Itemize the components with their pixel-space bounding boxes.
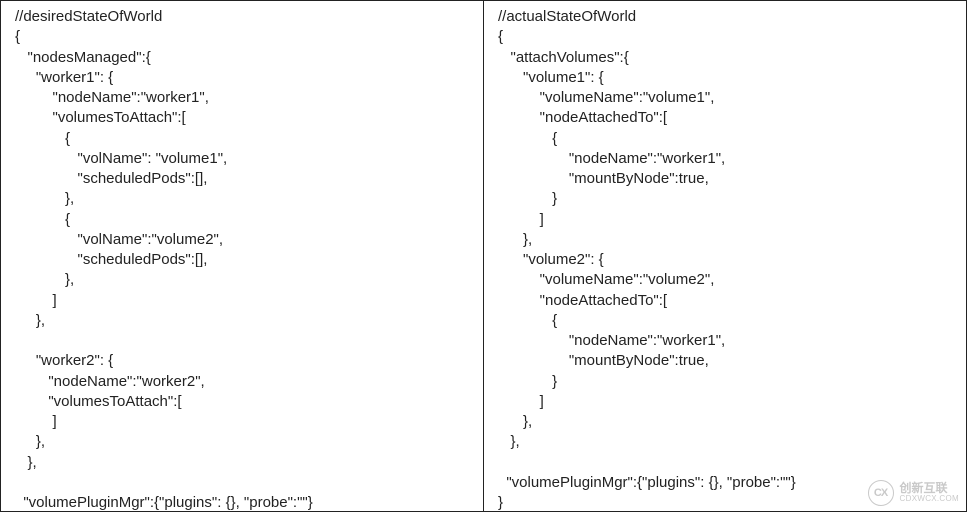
code-line: ]	[15, 291, 469, 311]
right-panel-actual-state: //actualStateOfWorld{ "attachVolumes":{ …	[484, 1, 966, 511]
code-line	[15, 473, 469, 493]
watermark-text: 创新互联 CDXWCX.COM	[900, 482, 959, 504]
code-line: "nodeAttachedTo":[	[498, 108, 952, 128]
code-comparison-container: //desiredStateOfWorld{ "nodesManaged":{ …	[0, 0, 967, 512]
code-line: "scheduledPods":[],	[15, 250, 469, 270]
code-line: },	[498, 432, 952, 452]
code-line: ]	[15, 412, 469, 432]
code-line: "volumeName":"volume1",	[498, 88, 952, 108]
code-line	[498, 453, 952, 473]
code-line: "volume2": {	[498, 250, 952, 270]
code-line: "nodeName":"worker1",	[498, 149, 952, 169]
code-line: },	[498, 230, 952, 250]
code-line: {	[15, 129, 469, 149]
code-line: },	[15, 311, 469, 331]
code-line: "worker1": {	[15, 68, 469, 88]
code-line: "nodeName":"worker1",	[498, 331, 952, 351]
code-line: }	[498, 372, 952, 392]
code-line: "mountByNode":true,	[498, 169, 952, 189]
code-line: "volName":"volume2",	[15, 230, 469, 250]
code-line: },	[498, 412, 952, 432]
code-line: ]	[498, 210, 952, 230]
code-line: }	[498, 189, 952, 209]
code-line: {	[498, 27, 952, 47]
code-line: },	[15, 432, 469, 452]
code-line: {	[498, 311, 952, 331]
code-line: },	[15, 270, 469, 290]
code-line: "mountByNode":true,	[498, 351, 952, 371]
watermark: CX 创新互联 CDXWCX.COM	[868, 480, 959, 506]
code-line: "volumesToAttach":[	[15, 392, 469, 412]
code-line: "nodeName":"worker2",	[15, 372, 469, 392]
code-line: //actualStateOfWorld	[498, 7, 952, 27]
code-line: "volumesToAttach":[	[15, 108, 469, 128]
code-line: "scheduledPods":[],	[15, 169, 469, 189]
watermark-logo-icon: CX	[868, 480, 894, 506]
watermark-brand-url: CDXWCX.COM	[900, 495, 959, 504]
code-line: ]	[498, 392, 952, 412]
left-panel-desired-state: //desiredStateOfWorld{ "nodesManaged":{ …	[1, 1, 484, 511]
code-line: //desiredStateOfWorld	[15, 7, 469, 27]
code-line	[15, 331, 469, 351]
code-line: {	[498, 129, 952, 149]
code-line: "volumeName":"volume2",	[498, 270, 952, 290]
code-line: "volume1": {	[498, 68, 952, 88]
code-line: "worker2": {	[15, 351, 469, 371]
code-line: },	[15, 453, 469, 473]
code-line: "volName": "volume1",	[15, 149, 469, 169]
code-line: "nodeAttachedTo":[	[498, 291, 952, 311]
code-line: {	[15, 27, 469, 47]
code-line: },	[15, 189, 469, 209]
code-line: {	[15, 210, 469, 230]
code-line: "nodesManaged":{	[15, 48, 469, 68]
code-line: "nodeName":"worker1",	[15, 88, 469, 108]
code-line: "volumePluginMgr":{"plugins": {}, "probe…	[15, 493, 469, 511]
code-line: "attachVolumes":{	[498, 48, 952, 68]
